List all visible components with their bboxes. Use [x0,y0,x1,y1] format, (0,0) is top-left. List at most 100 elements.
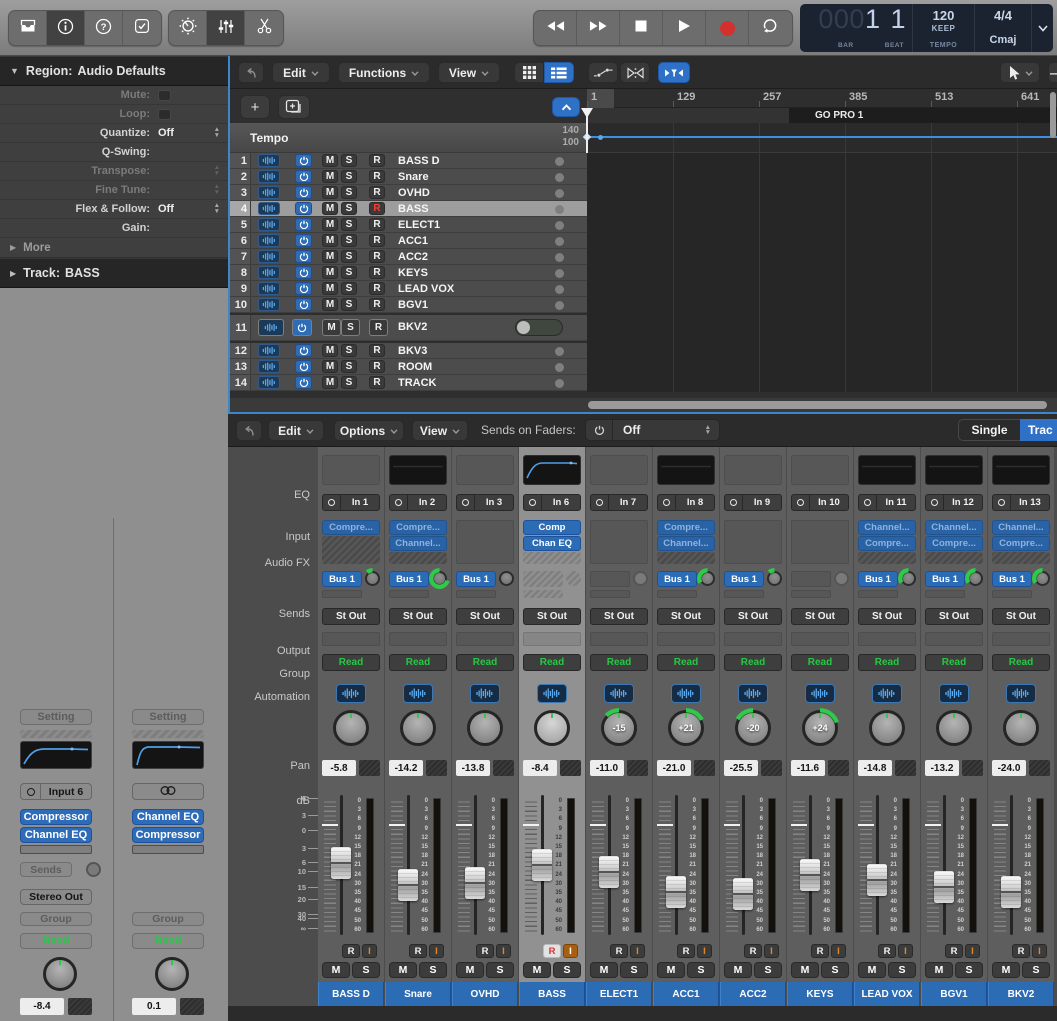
record-ready-icon[interactable] [555,363,564,372]
group-slot[interactable] [657,632,715,646]
input-monitor-button[interactable]: I [965,944,980,958]
mixer-view-single-button[interactable]: Single [958,419,1020,441]
bar-ruler[interactable]: 1129257385513641 [587,89,1057,108]
strip-name-tab[interactable]: BASS [519,982,585,1006]
automation-mode-button[interactable]: Read [389,654,447,671]
waveform-icon[interactable] [258,344,280,357]
record-ready-icon[interactable] [555,237,564,246]
track-row-acc2[interactable]: 7MSRACC2 [230,249,587,265]
record-enable-button[interactable]: R [811,944,829,958]
input-button[interactable]: In 6 [523,494,581,511]
mixer-menu-view[interactable]: View [412,420,468,441]
add-track-button[interactable]: + [240,95,270,119]
track-row-bass-d[interactable]: 1MSRBASS D [230,153,587,169]
audio-fx-channel-eq[interactable]: Channel EQ [132,809,204,825]
send-bus-button[interactable]: Bus 1 [858,571,898,587]
track-row-acc1[interactable]: 6MSRACC1 [230,233,587,249]
solo-button[interactable]: S [341,376,357,389]
input-button[interactable]: In 2 [389,494,447,511]
mute-button[interactable]: M [322,360,338,373]
fader-cap[interactable] [733,878,753,910]
audio-fx-channel-[interactable]: Channel... [992,520,1050,535]
track-on-button[interactable] [295,282,312,295]
volume-db-value[interactable]: -5.8 [322,760,356,776]
waveform-icon[interactable] [258,266,280,279]
record-enable-button[interactable]: R [369,298,385,311]
eq-display[interactable] [523,455,581,485]
pan-knob[interactable]: +21 [668,710,704,746]
track-waveform-button[interactable] [738,684,768,703]
input-monitor-button[interactable]: I [697,944,712,958]
track-row-bkv3[interactable]: 12MSRBKV3 [230,343,587,359]
pan-knob[interactable] [43,957,77,991]
group-slot[interactable] [389,632,447,646]
flex-button[interactable] [620,62,650,83]
eq-display[interactable] [590,455,648,485]
group-slot[interactable] [724,632,782,646]
track-on-button[interactable] [295,360,312,373]
output-button[interactable]: St Out [791,608,849,625]
tempo-node-icon[interactable] [598,135,603,140]
group-button[interactable]: Group [132,912,204,926]
record-enable-button[interactable]: R [1012,944,1030,958]
input-button[interactable]: Input 6 [20,783,92,800]
stop-button[interactable] [620,11,663,45]
audio-fx-comp[interactable]: Comp [523,520,581,535]
output-button[interactable]: St Out [523,608,581,625]
record-ready-icon[interactable] [555,347,564,356]
volume-db-value[interactable]: 0.1 [132,998,176,1015]
input-button[interactable]: In 1 [322,494,380,511]
disclosure-triangle-icon[interactable]: ▼ [10,66,19,76]
track-row-track[interactable]: 14MSRTRACK [230,375,587,391]
solo-button[interactable]: S [486,962,514,978]
track-waveform-button[interactable] [805,684,835,703]
input-monitor-button[interactable]: I [496,944,511,958]
record-ready-icon[interactable] [555,301,564,310]
send-bus-button[interactable]: Bus 1 [456,571,496,587]
automation-mode-button[interactable]: Read [523,654,581,671]
pan-knob[interactable] [936,710,972,746]
channel-strip-bass[interactable]: In 6CompChan EQSt OutRead-8.403691215182… [519,447,585,1006]
record-ready-icon[interactable] [555,189,564,198]
track-on-button[interactable] [295,266,312,279]
catch-playhead-button[interactable] [658,62,690,83]
mute-button[interactable]: M [992,962,1020,978]
mute-button[interactable]: M [389,962,417,978]
track-on-button[interactable] [292,319,312,336]
output-button[interactable]: St Out [724,608,782,625]
track-row-snare[interactable]: 2MSRSnare [230,169,587,185]
tempo-track-header[interactable]: Tempo 140 100 [230,123,587,153]
send-knob[interactable] [432,571,447,586]
channel-strip-acc1[interactable]: In 8Compre...Channel...Bus 1St OutRead+2… [653,447,719,1006]
mute-button[interactable]: M [322,266,338,279]
secondary-tool-button[interactable]: — [1048,62,1057,83]
pan-knob[interactable] [333,710,369,746]
pan-knob[interactable]: +24 [802,710,838,746]
automation-mode-button[interactable]: Read [992,654,1050,671]
audio-fx-channel-eq[interactable]: Channel EQ [20,827,92,843]
timeline-background[interactable] [587,153,1057,392]
pan-knob[interactable] [1003,710,1039,746]
audio-fx-channel-[interactable]: Channel... [925,520,983,535]
send-knob[interactable] [499,571,514,586]
channel-strip-acc2[interactable]: In 9Bus 1St OutRead-20-25.50369121518212… [720,447,786,1006]
strip-name-tab[interactable]: BKV2 [988,982,1054,1006]
solo-button[interactable]: S [341,154,357,167]
waveform-icon[interactable] [258,186,280,199]
lcd-key-signature[interactable]: 4/4 Cmaj [975,4,1032,52]
waveform-icon[interactable] [258,234,280,247]
record-enable-button[interactable]: R [677,944,695,958]
waveform-icon[interactable] [258,250,280,263]
waveform-icon[interactable] [258,376,280,389]
send-knob[interactable] [633,571,648,586]
waveform-icon[interactable] [258,170,280,183]
lcd-display[interactable]: 00011 BAR BEAT 120 KEEP TEMPO 4/4 Cmaj [800,4,1053,52]
record-ready-icon[interactable] [555,379,564,388]
record-ready-icon[interactable] [555,157,564,166]
send-knob[interactable] [86,862,101,877]
output-button[interactable]: St Out [992,608,1050,625]
record-ready-icon[interactable] [555,253,564,262]
record-ready-icon[interactable] [555,205,564,214]
input-button[interactable]: In 11 [858,494,916,511]
solo-button[interactable]: S [821,962,849,978]
